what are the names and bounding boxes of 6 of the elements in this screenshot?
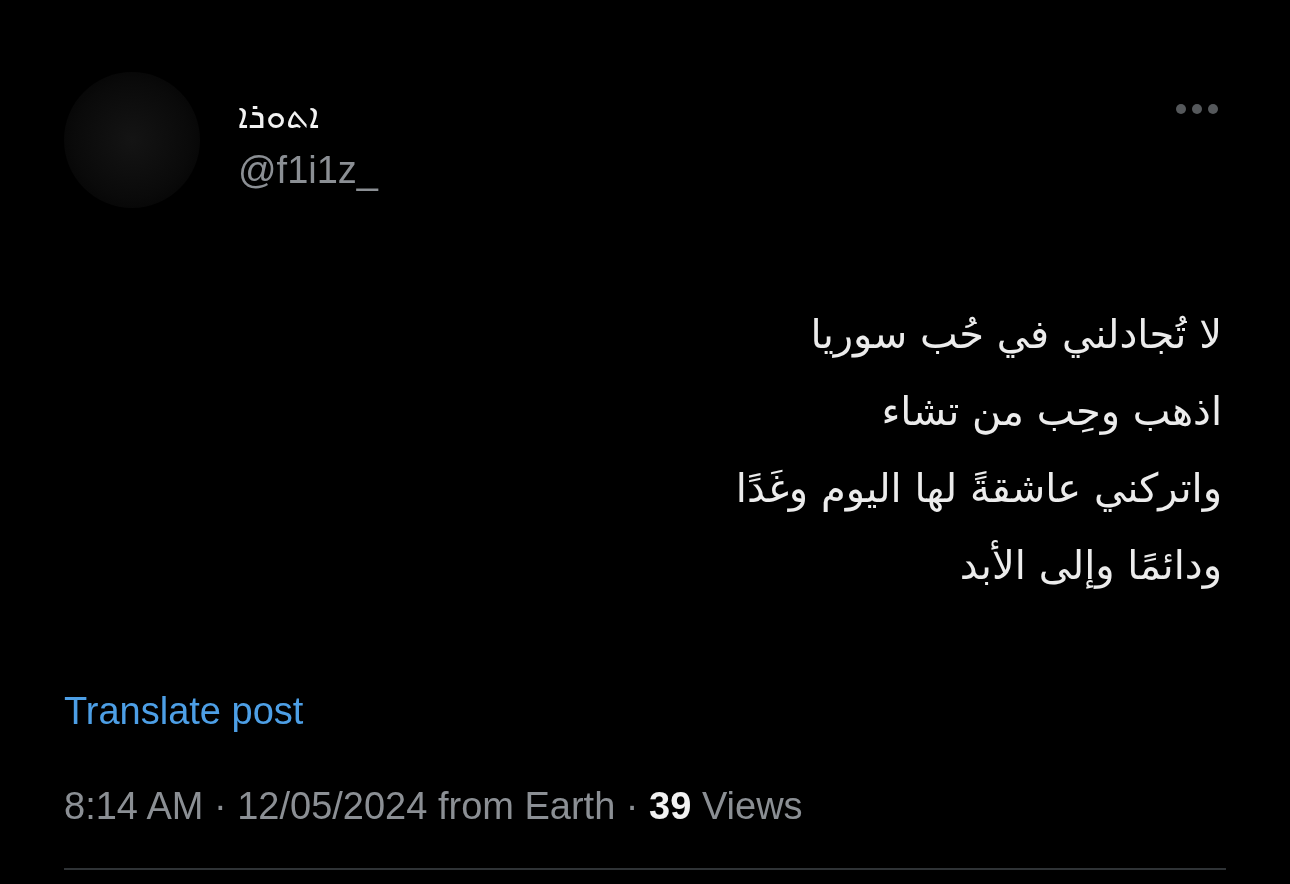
more-icon[interactable]: [1176, 104, 1218, 114]
display-name: ܐܬܘܪܐ: [238, 94, 320, 138]
user-handle: @f1i1z_: [238, 148, 380, 192]
post-meta: 8:14 AM · 12/05/2024 from Earth · 39 Views: [64, 785, 804, 828]
post-text: لا تُجادلني في حُب سوريا اذهب وحِب من تشاء واتركني عاشقةً لها اليوم وغَدًا ودائمًا وإلى الأبد: [735, 310, 1223, 591]
translate-link[interactable]: Translate post: [64, 690, 304, 733]
